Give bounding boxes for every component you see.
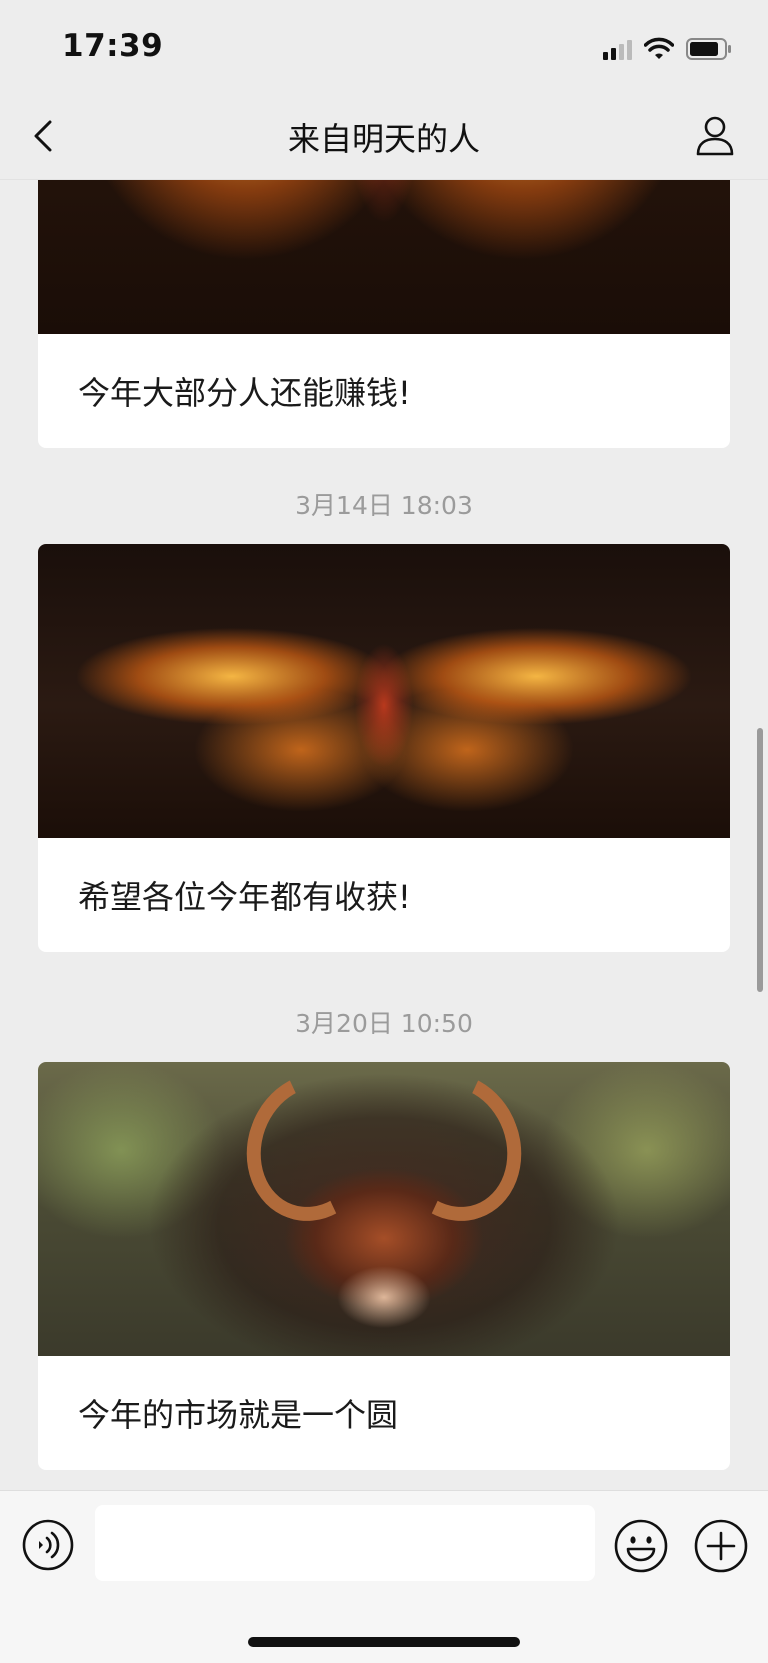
wifi-icon: [644, 37, 674, 61]
page-title: 来自明天的人: [287, 120, 480, 158]
article-caption: 今年大部分人还能赚钱!: [78, 374, 411, 412]
emoji-icon[interactable]: [614, 1519, 668, 1573]
home-indicator: [248, 1637, 520, 1647]
status-time: 17:39: [62, 28, 164, 64]
battery-icon: [686, 37, 732, 61]
plus-icon[interactable]: [694, 1519, 748, 1573]
top-bar: 17:39 来自明天的人: [0, 0, 768, 180]
scrollbar[interactable]: [757, 728, 763, 992]
signal-icon: [603, 38, 632, 60]
article-caption: 今年的市场就是一个圆: [78, 1396, 399, 1434]
article-card[interactable]: 希望各位今年都有收获!: [38, 544, 730, 952]
article-image: [38, 1062, 730, 1356]
bull-horn: [368, 1062, 542, 1240]
voice-icon[interactable]: [22, 1519, 74, 1571]
bull-horn: [226, 1062, 400, 1240]
timestamp: 3月14日 18:03: [295, 491, 473, 520]
status-icons: [603, 34, 732, 64]
screen: 今年大部分人还能赚钱! 3月14日 18:03 希望各位今年都有收获! 3月20…: [0, 0, 768, 1663]
message-input[interactable]: [95, 1505, 595, 1581]
person-icon[interactable]: [694, 114, 736, 156]
article-card[interactable]: 今年的市场就是一个圆: [38, 1062, 730, 1470]
article-caption: 希望各位今年都有收获!: [78, 878, 411, 916]
timestamp: 3月20日 10:50: [295, 1009, 473, 1038]
article-image: [38, 544, 730, 838]
